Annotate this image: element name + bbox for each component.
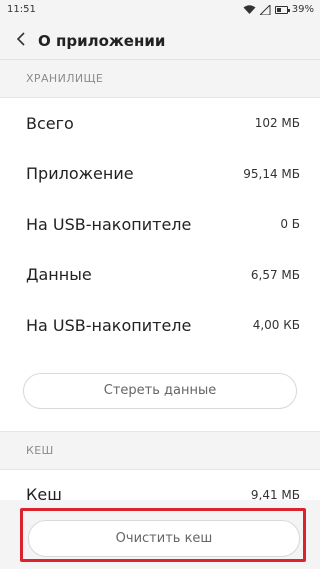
row-label: На USB-накопителе [26,315,192,335]
battery-icon [274,5,290,14]
storage-row-total: Всего 102 МБ [0,98,320,149]
battery-percent: 39% [291,4,314,15]
clear-cache-button[interactable]: Очистить кеш [28,520,300,557]
row-label: Данные [26,265,92,285]
wifi-icon [243,4,256,15]
chevron-left-icon [16,31,26,50]
row-label: Всего [26,113,74,133]
status-time: 11:51 [7,4,36,15]
row-value: 0 Б [280,217,300,232]
signal-icon [259,4,271,15]
clear-data-button[interactable]: Стереть данные [23,372,297,409]
status-icons: 39% [243,4,314,15]
storage-list: Всего 102 МБ Приложение 95,14 МБ На USB-… [0,97,320,432]
storage-row-data-usb: На USB-накопителе 4,00 КБ [0,300,320,351]
storage-section-title: ХРАНИЛИЩЕ [26,72,104,85]
row-value: 95,14 МБ [243,166,300,181]
app-bar: О приложении [0,22,320,60]
row-label: На USB-накопителе [26,214,192,234]
storage-row-app-usb: На USB-накопителе 0 Б [0,199,320,250]
app-info-content: ХРАНИЛИЩЕ Всего 102 МБ Приложение 95,14 … [0,60,320,520]
back-button[interactable] [6,22,36,60]
row-value: 4,00 КБ [252,318,300,333]
storage-row-data: Данные 6,57 МБ [0,250,320,301]
row-label: Приложение [26,164,134,184]
storage-row-app: Приложение 95,14 МБ [0,149,320,200]
cache-section-title: КЕШ [26,443,54,457]
page-title: О приложении [38,31,166,50]
row-value: 6,57 МБ [250,267,300,282]
status-bar: 11:51 39% [0,0,320,22]
row-value: 102 МБ [254,116,300,131]
clear-data-area: Стереть данные [0,351,320,431]
